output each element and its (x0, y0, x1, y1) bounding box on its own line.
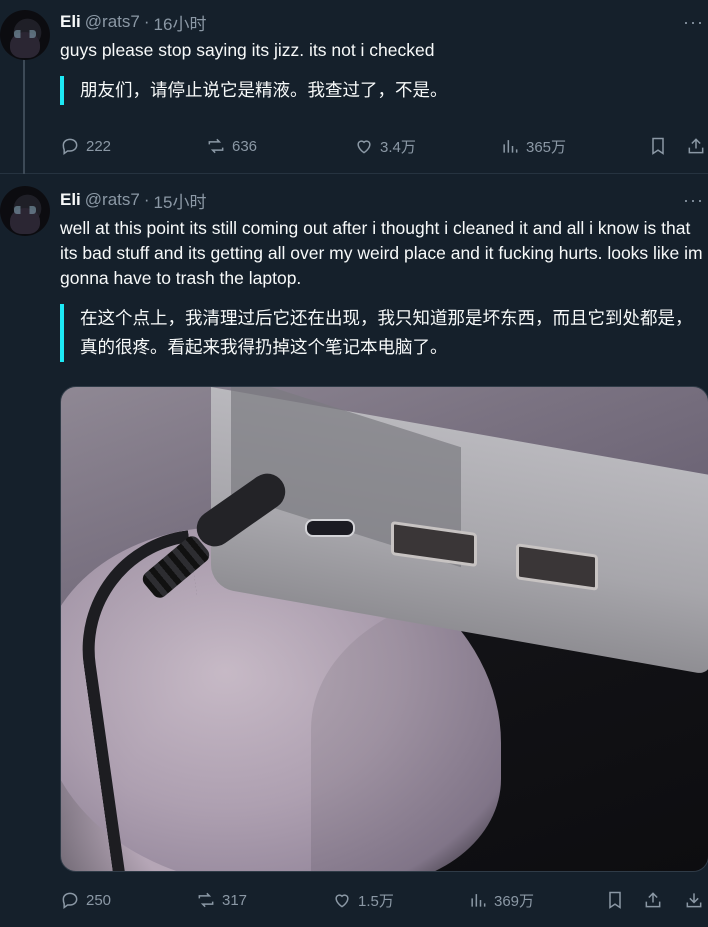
timestamp[interactable]: 15小时 (154, 188, 207, 213)
tweet-header: Eli @rats7 · 15小时 (60, 188, 206, 212)
reply-button[interactable]: 250 (60, 888, 111, 912)
author-handle[interactable]: @rats7 (85, 12, 140, 32)
repost-count: 317 (222, 891, 248, 909)
action-bar: 250 317 1.5万 369万 (60, 888, 708, 912)
repost-icon (208, 138, 224, 154)
bookmark-button[interactable] (646, 134, 670, 158)
author-name[interactable]: Eli (60, 12, 81, 32)
bookmark-icon (652, 137, 664, 155)
repost-button[interactable]: 317 (196, 888, 247, 912)
tweet-header: Eli @rats7 · 16小时 (60, 10, 206, 34)
tweet-translation: 朋友们，请停止说它是精液。我查过了，不是。 (60, 76, 700, 105)
views-button[interactable]: 369万 (468, 888, 534, 912)
views-button[interactable]: 365万 (500, 134, 566, 158)
avatar[interactable] (0, 10, 50, 60)
tweet-text: guys please stop saying its jizz. its no… (60, 40, 435, 60)
share-button[interactable] (641, 888, 665, 912)
views-icon (503, 140, 518, 153)
share-icon (645, 892, 661, 908)
tweet[interactable]: Eli @rats7 · 16小时 ··· guys please stop s… (0, 0, 708, 174)
like-button[interactable]: 3.4万 (354, 134, 416, 158)
like-button[interactable]: 1.5万 (332, 888, 394, 912)
like-count: 1.5万 (358, 892, 394, 910)
repost-icon (198, 892, 214, 908)
share-button[interactable] (684, 134, 708, 158)
separator-dot: · (143, 12, 150, 31)
reply-count: 222 (86, 137, 112, 155)
reply-button[interactable]: 222 (60, 134, 111, 158)
repost-button[interactable]: 636 (206, 134, 257, 158)
separator-dot: · (143, 190, 150, 209)
author-handle[interactable]: @rats7 (85, 190, 140, 210)
image-usbc-port (305, 519, 355, 537)
heart-icon (335, 894, 349, 908)
reply-count: 250 (86, 891, 112, 909)
views-count: 365万 (526, 138, 567, 156)
tweet-image[interactable] (60, 386, 708, 872)
heart-icon (357, 140, 371, 154)
like-count: 3.4万 (380, 138, 416, 156)
views-count: 369万 (494, 892, 535, 910)
tweet[interactable]: Eli @rats7 · 15小时 ··· well at this point… (0, 174, 708, 927)
tweet-translation: 在这个点上，我清理过后它还在出现，我只知道那是坏东西，而且它到处都是，真的很疼。… (60, 304, 700, 362)
reply-icon (62, 138, 78, 155)
more-icon[interactable]: ··· (683, 190, 704, 211)
avatar[interactable] (0, 186, 50, 236)
download-icon (686, 893, 702, 908)
views-icon (471, 894, 486, 907)
bookmark-button[interactable] (603, 888, 627, 912)
share-icon (688, 138, 704, 154)
tweet-text: well at this point its still coming out … (60, 218, 703, 288)
timestamp[interactable]: 16小时 (154, 10, 207, 35)
download-button[interactable] (682, 888, 706, 912)
more-icon[interactable]: ··· (683, 12, 704, 33)
bookmark-icon (609, 891, 621, 909)
action-bar: 222 636 3.4万 365万 (60, 134, 708, 158)
author-name[interactable]: Eli (60, 190, 81, 210)
repost-count: 636 (232, 137, 258, 155)
reply-icon (62, 892, 78, 909)
